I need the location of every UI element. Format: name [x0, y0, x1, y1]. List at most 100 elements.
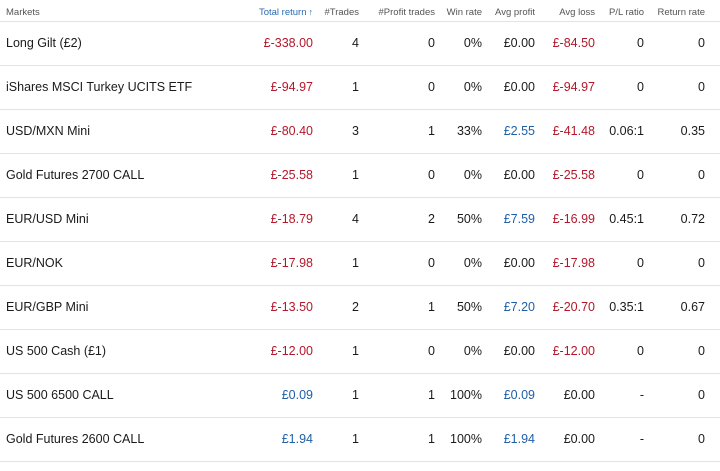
cell-profit-trades: 0 — [428, 256, 435, 270]
performance-table: Markets Total return ↑ #Trades #Profit tr… — [0, 0, 720, 471]
cell-profit-trades: 0 — [428, 168, 435, 182]
cell-win-rate: 50% — [456, 300, 482, 314]
cell-return-rate: 0 — [698, 168, 705, 182]
cell-profit-trades: 1 — [428, 124, 435, 138]
cell-pl-ratio: - — [639, 388, 644, 402]
cell-total-return: £-94.97 — [270, 80, 313, 94]
header-pl-ratio[interactable]: P/L ratio — [609, 7, 644, 18]
header-avg-profit[interactable]: Avg profit — [495, 7, 535, 18]
cell-trades: 2 — [352, 300, 359, 314]
header-trades[interactable]: #Trades — [325, 7, 360, 18]
table-row[interactable]: Gold Futures 2700 CALL £-25.58 1 0 0% £0.00 £-… — [0, 154, 720, 198]
cell-pl-ratio: 0 — [637, 80, 644, 94]
table-row[interactable]: EUR/NOK £-17.98 1 0 0% £0.00 £-17.98 0 0 — [0, 242, 720, 286]
cell-avg-profit: £0.00 — [503, 36, 535, 50]
cell-pl-ratio: - — [639, 432, 644, 446]
cell-avg-profit: £2.55 — [503, 124, 535, 138]
cell-total-return: £-18.79 — [270, 212, 313, 226]
cell-avg-loss: £-12.00 — [552, 344, 595, 358]
cell-win-rate: 33% — [456, 124, 482, 138]
cell-avg-profit: £7.59 — [503, 212, 535, 226]
cell-total-return: £-17.98 — [270, 256, 313, 270]
cell-trades: 1 — [352, 256, 359, 270]
cell-total-return: £-80.40 — [270, 124, 313, 138]
table-row[interactable]: US 500 6500 CALL £0.09 1 1 100% £0.09 £0.00 - 0 — [0, 374, 720, 418]
cell-win-rate: 0% — [463, 344, 482, 358]
table-row[interactable]: EUR/USD Mini £-18.79 4 2 50% £7.59 £-16.99 0.45… — [0, 198, 720, 242]
cell-profit-trades: 2 — [428, 212, 435, 226]
header-profit-trades[interactable]: #Profit trades — [379, 7, 436, 18]
cell-market: US 500 6500 CALL — [6, 388, 114, 402]
cell-win-rate: 50% — [456, 212, 482, 226]
table-row[interactable]: iShares MSCI Turkey UCITS ETF £-94.97 1 0 0%… — [0, 66, 720, 110]
header-return-rate[interactable]: Return rate — [657, 7, 705, 18]
cell-market: iShares MSCI Turkey UCITS ETF — [6, 80, 193, 94]
cell-trades: 4 — [352, 36, 359, 50]
cell-avg-profit: £0.09 — [503, 388, 535, 402]
cell-return-rate: 0 — [698, 80, 705, 94]
sort-ascending-icon: ↑ — [308, 7, 314, 17]
cell-return-rate: 0 — [698, 344, 705, 358]
cell-total-return: £-338.00 — [263, 36, 313, 50]
cell-avg-loss: £-20.70 — [552, 300, 595, 314]
cell-win-rate: 0% — [463, 80, 482, 94]
cell-trades: 1 — [352, 168, 359, 182]
cell-pl-ratio: 0.06:1 — [609, 124, 644, 138]
cell-total-return: £0.09 — [281, 388, 313, 402]
cell-pl-ratio: 0 — [637, 168, 644, 182]
cell-trades: 3 — [352, 124, 359, 138]
cell-profit-trades: 0 — [428, 80, 435, 94]
cell-market: EUR/NOK — [6, 256, 63, 270]
cell-win-rate: 100% — [450, 432, 482, 446]
cell-avg-profit: £1.94 — [503, 432, 535, 446]
table-header-row: Markets Total return ↑ #Trades #Profit tr… — [0, 0, 720, 22]
cell-profit-trades: 1 — [428, 388, 435, 402]
cell-avg-profit: £0.00 — [503, 168, 535, 182]
cell-win-rate: 0% — [463, 256, 482, 270]
table-row[interactable]: US 500 Cash (£1) £-12.00 1 0 0% £0.00 £-12.00 0… — [0, 330, 720, 374]
cell-avg-loss: £-84.50 — [552, 36, 595, 50]
table-row[interactable]: Gold Futures 2600 CALL £1.94 1 1 100% £1.94 £0… — [0, 418, 720, 462]
cell-pl-ratio: 0.35:1 — [609, 300, 644, 314]
cell-trades: 1 — [352, 344, 359, 358]
header-total-return[interactable]: Total return ↑ — [259, 7, 313, 18]
cell-market: Gold Futures 2600 CALL — [6, 432, 145, 446]
cell-pl-ratio: 0 — [637, 36, 644, 50]
cell-total-return: £-12.00 — [270, 344, 313, 358]
cell-avg-loss: £-25.58 — [552, 168, 595, 182]
cell-profit-trades: 0 — [428, 36, 435, 50]
cell-profit-trades: 1 — [428, 432, 435, 446]
cell-trades: 1 — [352, 80, 359, 94]
cell-return-rate: 0 — [698, 36, 705, 50]
cell-trades: 1 — [352, 432, 359, 446]
cell-total-return: £-13.50 — [270, 300, 313, 314]
cell-return-rate: 0.67 — [680, 300, 705, 314]
cell-avg-loss: £0.00 — [563, 388, 595, 402]
cell-market: USD/MXN Mini — [6, 124, 91, 138]
cell-market: EUR/GBP Mini — [6, 300, 89, 314]
cell-avg-loss: £0.00 — [563, 432, 595, 446]
header-avg-loss[interactable]: Avg loss — [559, 7, 595, 18]
cell-return-rate: 0.35 — [680, 124, 705, 138]
cell-pl-ratio: 0.45:1 — [609, 212, 644, 226]
cell-win-rate: 0% — [463, 36, 482, 50]
table-row[interactable]: USD/MXN Mini £-80.40 3 1 33% £2.55 £-41.48 0.06… — [0, 110, 720, 154]
cell-avg-loss: £-41.48 — [552, 124, 595, 138]
cell-avg-profit: £0.00 — [503, 80, 535, 94]
cell-profit-trades: 1 — [428, 300, 435, 314]
cell-total-return: £1.94 — [281, 432, 313, 446]
header-markets[interactable]: Markets — [6, 7, 40, 18]
cell-profit-trades: 0 — [428, 344, 435, 358]
cell-avg-profit: £0.00 — [503, 256, 535, 270]
cell-market: Long Gilt (£2) — [6, 36, 82, 50]
table-row[interactable]: Long Gilt (£2) £-338.00 4 0 0% £0.00 £-84.50 0 0 — [0, 22, 720, 66]
cell-trades: 1 — [352, 388, 359, 402]
cell-return-rate: 0 — [698, 256, 705, 270]
table-row[interactable]: EUR/GBP Mini £-13.50 2 1 50% £7.20 £-20.70 0.35… — [0, 286, 720, 330]
cell-market: US 500 Cash (£1) — [6, 344, 107, 358]
cell-avg-loss: £-94.97 — [552, 80, 595, 94]
cell-return-rate: 0 — [698, 432, 705, 446]
header-win-rate[interactable]: Win rate — [447, 7, 482, 18]
header-total-return-label: Total return — [258, 7, 307, 18]
cell-avg-loss: £-16.99 — [552, 212, 595, 226]
